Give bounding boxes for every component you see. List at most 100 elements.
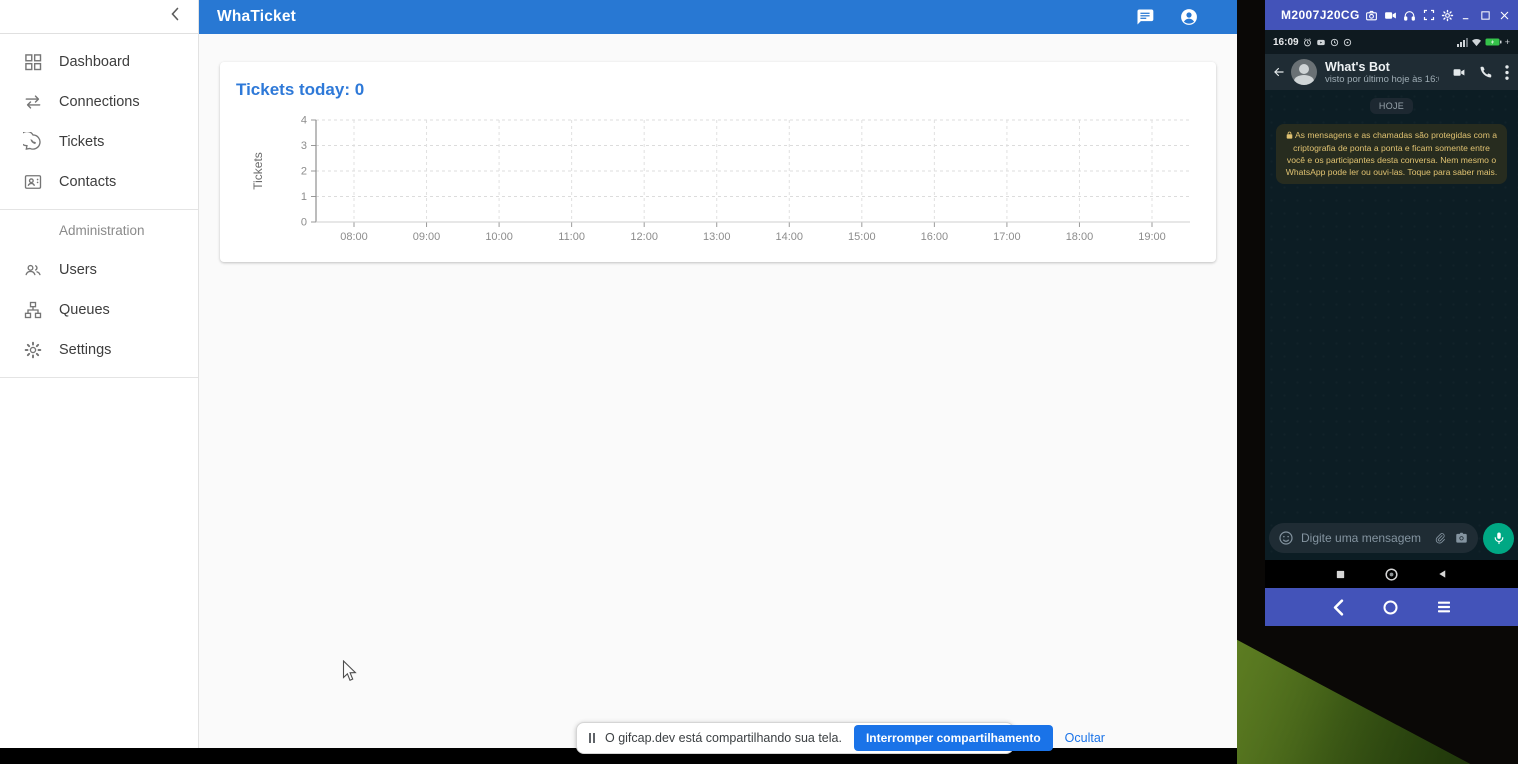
headphones-icon[interactable] — [1403, 8, 1417, 23]
sidebar-item-dashboard[interactable]: Dashboard — [0, 42, 198, 82]
svg-text:17:00: 17:00 — [993, 231, 1021, 243]
signal-icon — [1457, 38, 1468, 47]
back-triangle-icon[interactable] — [1437, 568, 1448, 580]
tickets-chart: 0123408:0009:0010:0011:0012:0013:0014:00… — [228, 110, 1208, 255]
svg-text:0: 0 — [301, 217, 307, 229]
maximize-icon[interactable] — [1479, 8, 1493, 23]
sidebar-divider — [0, 377, 198, 378]
camera-icon[interactable] — [1454, 531, 1469, 545]
sidebar-item-tickets[interactable]: Tickets — [0, 122, 198, 162]
sidebar-header — [0, 0, 198, 34]
appbar: WhaTicket — [199, 0, 1237, 34]
sidebar-item-contacts[interactable]: Contacts — [0, 162, 198, 202]
sidebar-item-label: Tickets — [59, 134, 104, 150]
close-icon[interactable] — [1498, 8, 1512, 23]
sidebar-item-label: Connections — [59, 94, 140, 110]
voice-call-icon[interactable] — [1479, 65, 1493, 79]
app-title: WhaTicket — [199, 8, 1135, 26]
minimize-icon[interactable] — [1460, 8, 1474, 23]
sidebar-item-connections[interactable]: Connections — [0, 82, 198, 122]
hide-link[interactable]: Ocultar — [1065, 731, 1105, 745]
contact-name: What's Bot — [1325, 60, 1439, 74]
sidebar-section-administration: Administration — [0, 210, 198, 250]
whatsapp-icon — [21, 130, 45, 154]
attach-icon[interactable] — [1433, 531, 1447, 546]
phone-status-bar: 16:09 + — [1265, 30, 1518, 54]
tickets-chart-card: Tickets today: 0 0123408:0009:0010:0011:… — [220, 62, 1216, 262]
alarm-icon — [1303, 38, 1312, 47]
phone-mirror-window: M2007J20CG 16:09 — [1265, 0, 1518, 626]
sidebar-item-label: Queues — [59, 302, 110, 318]
svg-text:12:00: 12:00 — [630, 231, 658, 243]
home-icon[interactable] — [1384, 567, 1399, 582]
status-time: 16:09 — [1273, 37, 1299, 48]
svg-text:3: 3 — [301, 140, 307, 152]
fullscreen-icon[interactable] — [1422, 8, 1436, 23]
share-message: O gifcap.dev está compartilhando sua tel… — [605, 731, 842, 745]
sidebar-item-queues[interactable]: Queues — [0, 290, 198, 330]
whatsapp-header: What's Bot visto por último hoje às 16:0… — [1265, 54, 1518, 90]
message-input[interactable]: Digite uma mensagem — [1269, 523, 1478, 553]
contact-info[interactable]: What's Bot visto por último hoje às 16:0… — [1325, 60, 1439, 85]
svg-text:1: 1 — [301, 191, 307, 203]
sidebar-item-label: Users — [59, 262, 97, 278]
contact-avatar[interactable] — [1291, 59, 1317, 85]
screen-share-bar: O gifcap.dev está compartilhando sua tel… — [576, 722, 1014, 754]
encryption-text: As mensagens e as chamadas são protegida… — [1286, 130, 1497, 177]
chevron-left-icon[interactable] — [170, 7, 180, 26]
desktop-wallpaper: M2007J20CG 16:09 — [1237, 0, 1518, 764]
sidebar-item-label: Contacts — [59, 174, 116, 190]
svg-text:2: 2 — [301, 166, 307, 178]
dashboard-icon — [21, 50, 45, 74]
queues-icon — [21, 298, 45, 322]
svg-text:15:00: 15:00 — [848, 231, 876, 243]
chat-icon[interactable] — [1135, 7, 1155, 27]
nav-menu-icon[interactable] — [1436, 600, 1452, 614]
svg-text:11:00: 11:00 — [558, 231, 585, 243]
sidebar-item-users[interactable]: Users — [0, 250, 198, 290]
screenshot-icon[interactable] — [1365, 8, 1379, 23]
settings-icon[interactable] — [1441, 8, 1455, 23]
screen: Dashboard Connections Tickets Contacts — [0, 0, 1518, 764]
svg-text:08:00: 08:00 — [340, 231, 368, 243]
svg-text:Tickets: Tickets — [251, 152, 265, 190]
pause-icon — [589, 733, 595, 743]
wifi-icon — [1471, 38, 1482, 47]
record-icon[interactable] — [1384, 8, 1398, 23]
more-options-icon[interactable] — [1505, 65, 1509, 80]
svg-text:13:00: 13:00 — [703, 231, 731, 243]
users-icon — [21, 258, 45, 282]
sidebar-item-settings[interactable]: Settings — [0, 330, 198, 370]
message-input-row: Digite uma mensagem — [1269, 522, 1514, 554]
svg-text:09:00: 09:00 — [413, 231, 441, 243]
chart-canvas: 0123408:0009:0010:0011:0012:0013:0014:00… — [228, 110, 1208, 250]
sidebar-nav: Dashboard Connections Tickets Contacts — [0, 34, 198, 378]
account-circle-icon[interactable] — [1179, 7, 1199, 27]
svg-text:18:00: 18:00 — [1066, 231, 1094, 243]
nav-home-icon[interactable] — [1382, 599, 1399, 616]
chart-title: Tickets today: 0 — [220, 62, 1216, 100]
video-call-icon[interactable] — [1451, 66, 1467, 79]
emoji-icon[interactable] — [1278, 530, 1294, 546]
svg-text:4: 4 — [301, 115, 307, 127]
svg-text:14:00: 14:00 — [776, 231, 804, 243]
sidebar: Dashboard Connections Tickets Contacts — [0, 0, 199, 748]
nav-back-icon[interactable] — [1332, 599, 1345, 616]
chat-area: HOJE As mensagens e as chamadas são prot… — [1265, 90, 1518, 560]
phone-window-title: M2007J20CG — [1281, 8, 1360, 22]
encryption-notice[interactable]: As mensagens e as chamadas são protegida… — [1276, 124, 1507, 184]
main-content: Tickets today: 0 0123408:0009:0010:0011:… — [199, 34, 1237, 748]
sidebar-item-label: Settings — [59, 342, 111, 358]
recents-icon[interactable] — [1335, 569, 1346, 580]
settings-icon — [21, 338, 45, 362]
wallpaper-grass — [1237, 632, 1518, 764]
back-icon[interactable] — [1271, 65, 1287, 79]
phone-window-titlebar[interactable]: M2007J20CG — [1265, 0, 1518, 30]
svg-text:19:00: 19:00 — [1138, 231, 1166, 243]
mic-button[interactable] — [1483, 523, 1514, 554]
stop-sharing-button[interactable]: Interromper compartilhamento — [854, 725, 1053, 751]
status-app-icon — [1330, 38, 1339, 47]
android-nav-bar — [1265, 560, 1518, 588]
youtube-icon — [1316, 38, 1326, 47]
svg-text:16:00: 16:00 — [921, 231, 949, 243]
